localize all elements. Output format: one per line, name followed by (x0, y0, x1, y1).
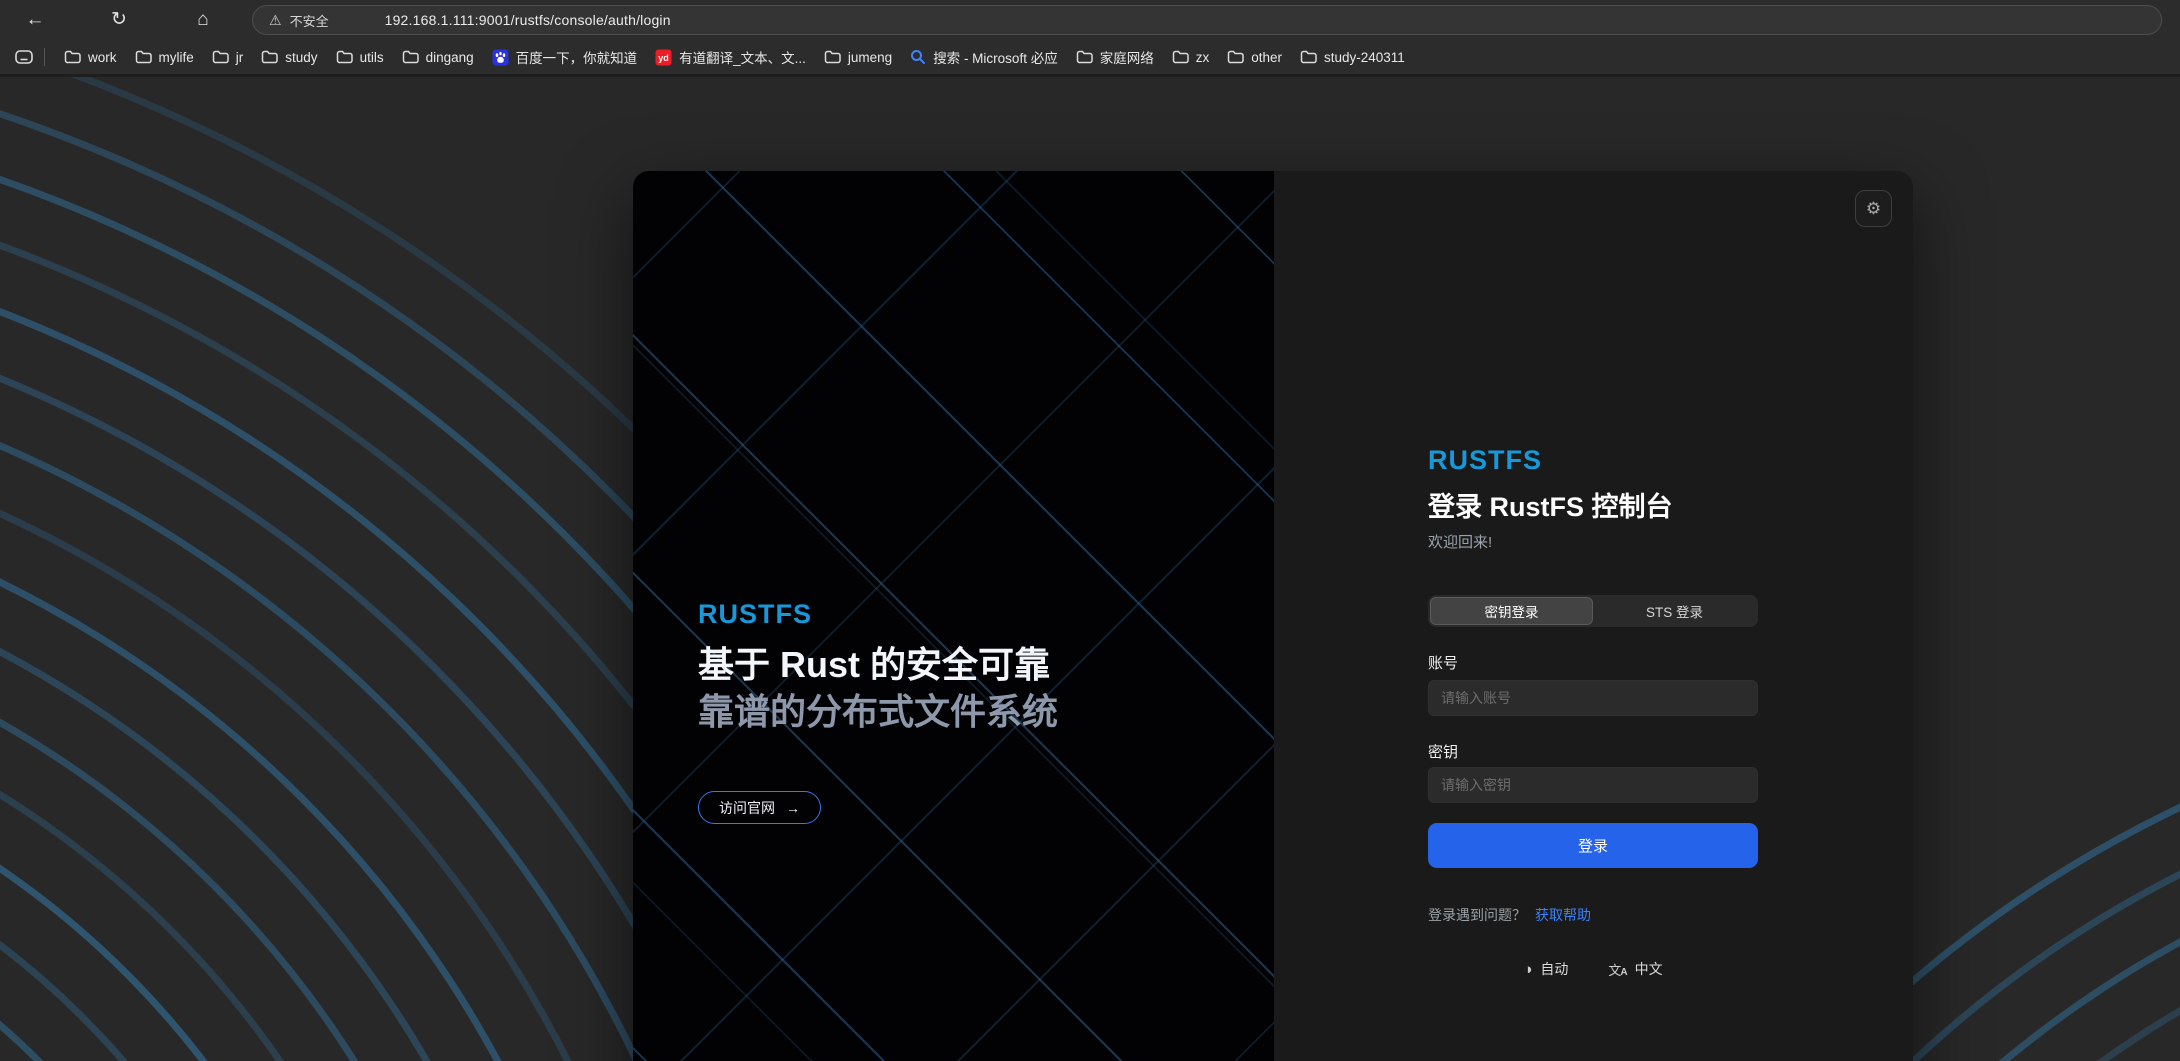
get-help-link[interactable]: 获取帮助 (1535, 907, 1591, 923)
folder-icon (402, 50, 419, 64)
hero-panel: RUSTFS 基于 Rust 的安全可靠 靠谱的分布式文件系统 访问官网 → (633, 171, 1274, 1061)
bookmark-bing-search[interactable]: 搜索 - Microsoft 必应 (901, 44, 1067, 70)
bookmark-utils[interactable]: utils (327, 44, 393, 70)
visit-website-label: 访问官网 (719, 798, 775, 818)
bookmark-home-network[interactable]: 家庭网络 (1067, 44, 1163, 70)
bookmarks-bar: work mylife jr study utils dingang 百度一下，… (0, 40, 2180, 77)
bookmark-label: study (285, 50, 317, 65)
insecure-warning-icon: ⚠ (269, 12, 282, 29)
bookmark-label: work (88, 50, 117, 65)
bing-search-icon (910, 49, 926, 65)
youdao-icon: yd (655, 49, 672, 66)
bookmark-other[interactable]: other (1218, 44, 1291, 70)
rustfs-logo: RUSTFS (1428, 445, 1542, 476)
help-row: 登录遇到问题？ 获取帮助 (1428, 905, 1591, 925)
bookmark-dingang[interactable]: dingang (393, 44, 483, 70)
tab-key-login[interactable]: 密钥登录 (1430, 597, 1593, 625)
account-label: 账号 (1428, 652, 1458, 673)
bookmark-label: 有道翻译_文本、文... (679, 47, 806, 67)
account-input[interactable] (1428, 680, 1758, 716)
folder-icon (135, 50, 152, 64)
bookmark-baidu[interactable]: 百度一下，你就知道 (483, 44, 647, 70)
bookmark-label: jumeng (848, 50, 892, 65)
bookmark-label: jr (236, 50, 244, 65)
home-icon[interactable]: ⌂ (190, 7, 216, 33)
bookmark-label: utils (360, 50, 384, 65)
bookmark-jumeng[interactable]: jumeng (815, 44, 901, 70)
settings-button[interactable]: ⚙ (1855, 190, 1892, 227)
browser-toolbar: ← ↻ ⌂ ⚠ 不安全 192.168.1.111:9001/rustfs/co… (0, 0, 2180, 40)
folder-icon (1300, 50, 1317, 64)
divider (44, 48, 45, 66)
arrow-right-icon: → (786, 800, 800, 816)
language-label: 中文 (1635, 959, 1663, 979)
folder-icon (1172, 50, 1189, 64)
bookmark-zx[interactable]: zx (1163, 44, 1219, 70)
login-button[interactable]: 登录 (1428, 823, 1758, 868)
bookmark-label: 搜索 - Microsoft 必应 (933, 47, 1058, 67)
bookmark-study-240311[interactable]: study-240311 (1291, 44, 1414, 70)
bookmark-youdao[interactable]: yd 有道翻译_文本、文... (646, 44, 815, 70)
bookmark-label: 家庭网络 (1100, 47, 1154, 67)
tab-sts-login[interactable]: STS 登录 (1593, 597, 1756, 625)
gear-icon: ⚙ (1866, 199, 1881, 219)
page-background: RUSTFS 基于 Rust 的安全可靠 靠谱的分布式文件系统 访问官网 → ⚙… (0, 77, 2180, 1061)
footer-controls: ◑ 自动 文A 中文 (1428, 959, 1758, 979)
secret-label: 密钥 (1428, 741, 1458, 762)
bookmark-label: study-240311 (1324, 50, 1405, 65)
bookmark-label: zx (1196, 50, 1210, 65)
rustfs-logo: RUSTFS (698, 599, 812, 630)
visit-website-button[interactable]: 访问官网 → (698, 791, 821, 824)
sidebar-toggle-icon[interactable] (10, 44, 38, 70)
bookmark-label: dingang (426, 50, 474, 65)
hero-title-line2: 靠谱的分布式文件系统 (698, 688, 1058, 735)
folder-icon (336, 50, 353, 64)
login-panel: ⚙ RUSTFS 登录 RustFS 控制台 欢迎回来! 密钥登录 STS 登录… (1274, 171, 1913, 1061)
help-text: 登录遇到问题？ (1428, 907, 1526, 923)
folder-icon (1227, 50, 1244, 64)
bookmark-mylife[interactable]: mylife (126, 44, 203, 70)
bookmark-work[interactable]: work (55, 44, 126, 70)
baidu-icon (492, 49, 509, 66)
bookmark-study[interactable]: study (252, 44, 326, 70)
welcome-text: 欢迎回来! (1428, 531, 1492, 552)
url-bar[interactable]: ⚠ 不安全 192.168.1.111:9001/rustfs/console/… (252, 5, 2162, 35)
secret-input[interactable] (1428, 767, 1758, 803)
theme-label: 自动 (1540, 959, 1568, 979)
theme-switcher[interactable]: ◑ 自动 (1523, 959, 1568, 979)
security-label: 不安全 (290, 11, 329, 30)
bookmark-label: mylife (159, 50, 194, 65)
page-title: 登录 RustFS 控制台 (1428, 485, 1673, 524)
login-form: RUSTFS 登录 RustFS 控制台 欢迎回来! 密钥登录 STS 登录 账… (1428, 171, 1758, 1061)
hero-title-line1: 基于 Rust 的安全可靠 (698, 644, 1050, 685)
folder-icon (824, 50, 841, 64)
folder-icon (261, 50, 278, 64)
reload-icon[interactable]: ↻ (106, 7, 132, 33)
language-switcher[interactable]: 文A 中文 (1608, 959, 1662, 979)
folder-icon (64, 50, 81, 64)
translate-icon: 文A (1608, 960, 1626, 979)
login-card: RUSTFS 基于 Rust 的安全可靠 靠谱的分布式文件系统 访问官网 → ⚙… (633, 171, 1913, 1061)
bookmark-label: other (1251, 50, 1282, 65)
folder-icon (212, 50, 229, 64)
login-method-tabs: 密钥登录 STS 登录 (1428, 595, 1758, 627)
bookmark-jr[interactable]: jr (203, 44, 253, 70)
browser-window: ← ↻ ⌂ ⚠ 不安全 192.168.1.111:9001/rustfs/co… (0, 0, 2180, 1061)
hero-title: 基于 Rust 的安全可靠 靠谱的分布式文件系统 (698, 641, 1058, 735)
back-icon[interactable]: ← (22, 7, 48, 33)
url-text: 192.168.1.111:9001/rustfs/console/auth/l… (385, 12, 671, 28)
svg-text:yd: yd (658, 53, 669, 63)
folder-icon (1076, 50, 1093, 64)
bookmark-label: 百度一下，你就知道 (516, 47, 638, 67)
auto-theme-icon: ◑ (1523, 961, 1532, 978)
